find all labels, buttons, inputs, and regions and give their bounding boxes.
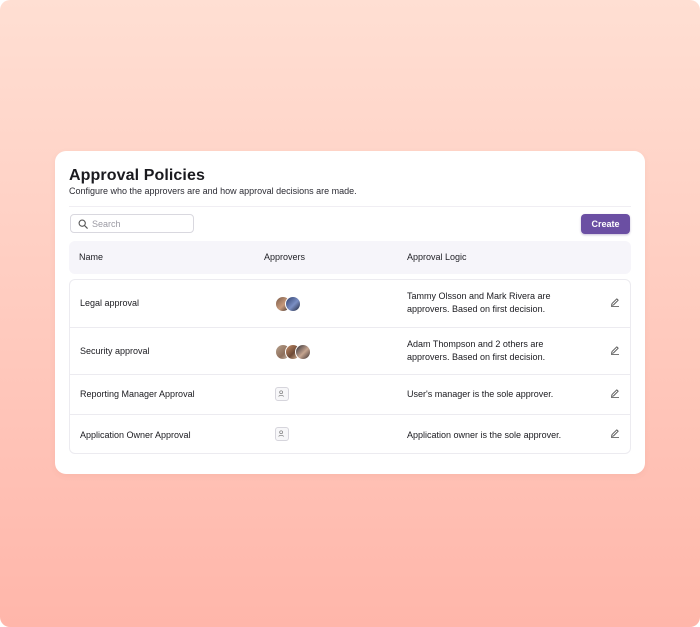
approval-logic-text: User's manager is the sole approver. xyxy=(407,389,554,399)
policies-table-body: Legal approval Tammy Olsson and Mark Riv… xyxy=(69,279,631,454)
column-header-name[interactable]: Name xyxy=(79,252,103,262)
header-divider xyxy=(69,206,631,207)
search-box[interactable] xyxy=(70,214,194,233)
avatar xyxy=(285,296,301,312)
policy-name[interactable]: Reporting Manager Approval xyxy=(80,389,195,399)
approval-logic-text: Adam Thompson and 2 others are approvers… xyxy=(407,339,546,362)
page-title: Approval Policies xyxy=(69,167,205,184)
user-placeholder-icon xyxy=(275,387,289,401)
approver-avatars xyxy=(275,296,301,312)
approval-policies-panel: Approval Policies Configure who the appr… xyxy=(55,151,645,474)
column-header-approval-logic[interactable]: Approval Logic xyxy=(407,252,467,262)
create-button[interactable]: Create xyxy=(581,214,630,234)
search-input[interactable] xyxy=(92,217,187,230)
table-row[interactable]: Legal approval Tammy Olsson and Mark Riv… xyxy=(70,280,630,327)
pencil-icon[interactable] xyxy=(610,428,620,438)
user-placeholder-icon xyxy=(275,427,289,441)
policy-name[interactable]: Legal approval xyxy=(80,298,139,308)
pencil-icon[interactable] xyxy=(610,345,620,355)
approval-logic-text: Application owner is the sole approver. xyxy=(407,430,562,440)
table-row[interactable]: Security approval Adam Thompson and 2 ot… xyxy=(70,327,630,375)
pencil-icon[interactable] xyxy=(610,388,620,398)
table-header: Name Approvers Approval Logic xyxy=(69,241,631,274)
approver-avatars xyxy=(275,344,311,360)
approval-logic-text: Tammy Olsson and Mark Rivera are approve… xyxy=(407,291,551,314)
search-icon xyxy=(78,219,88,229)
table-row[interactable]: Reporting Manager Approval User's manage… xyxy=(70,374,630,415)
pencil-icon[interactable] xyxy=(610,297,620,307)
policy-name[interactable]: Security approval xyxy=(80,346,150,356)
column-header-approvers[interactable]: Approvers xyxy=(264,252,305,262)
policy-name[interactable]: Application Owner Approval xyxy=(80,430,191,440)
page-subtitle: Configure who the approvers are and how … xyxy=(69,186,357,196)
avatar xyxy=(295,344,311,360)
table-row[interactable]: Application Owner Approval Application o… xyxy=(70,414,630,455)
